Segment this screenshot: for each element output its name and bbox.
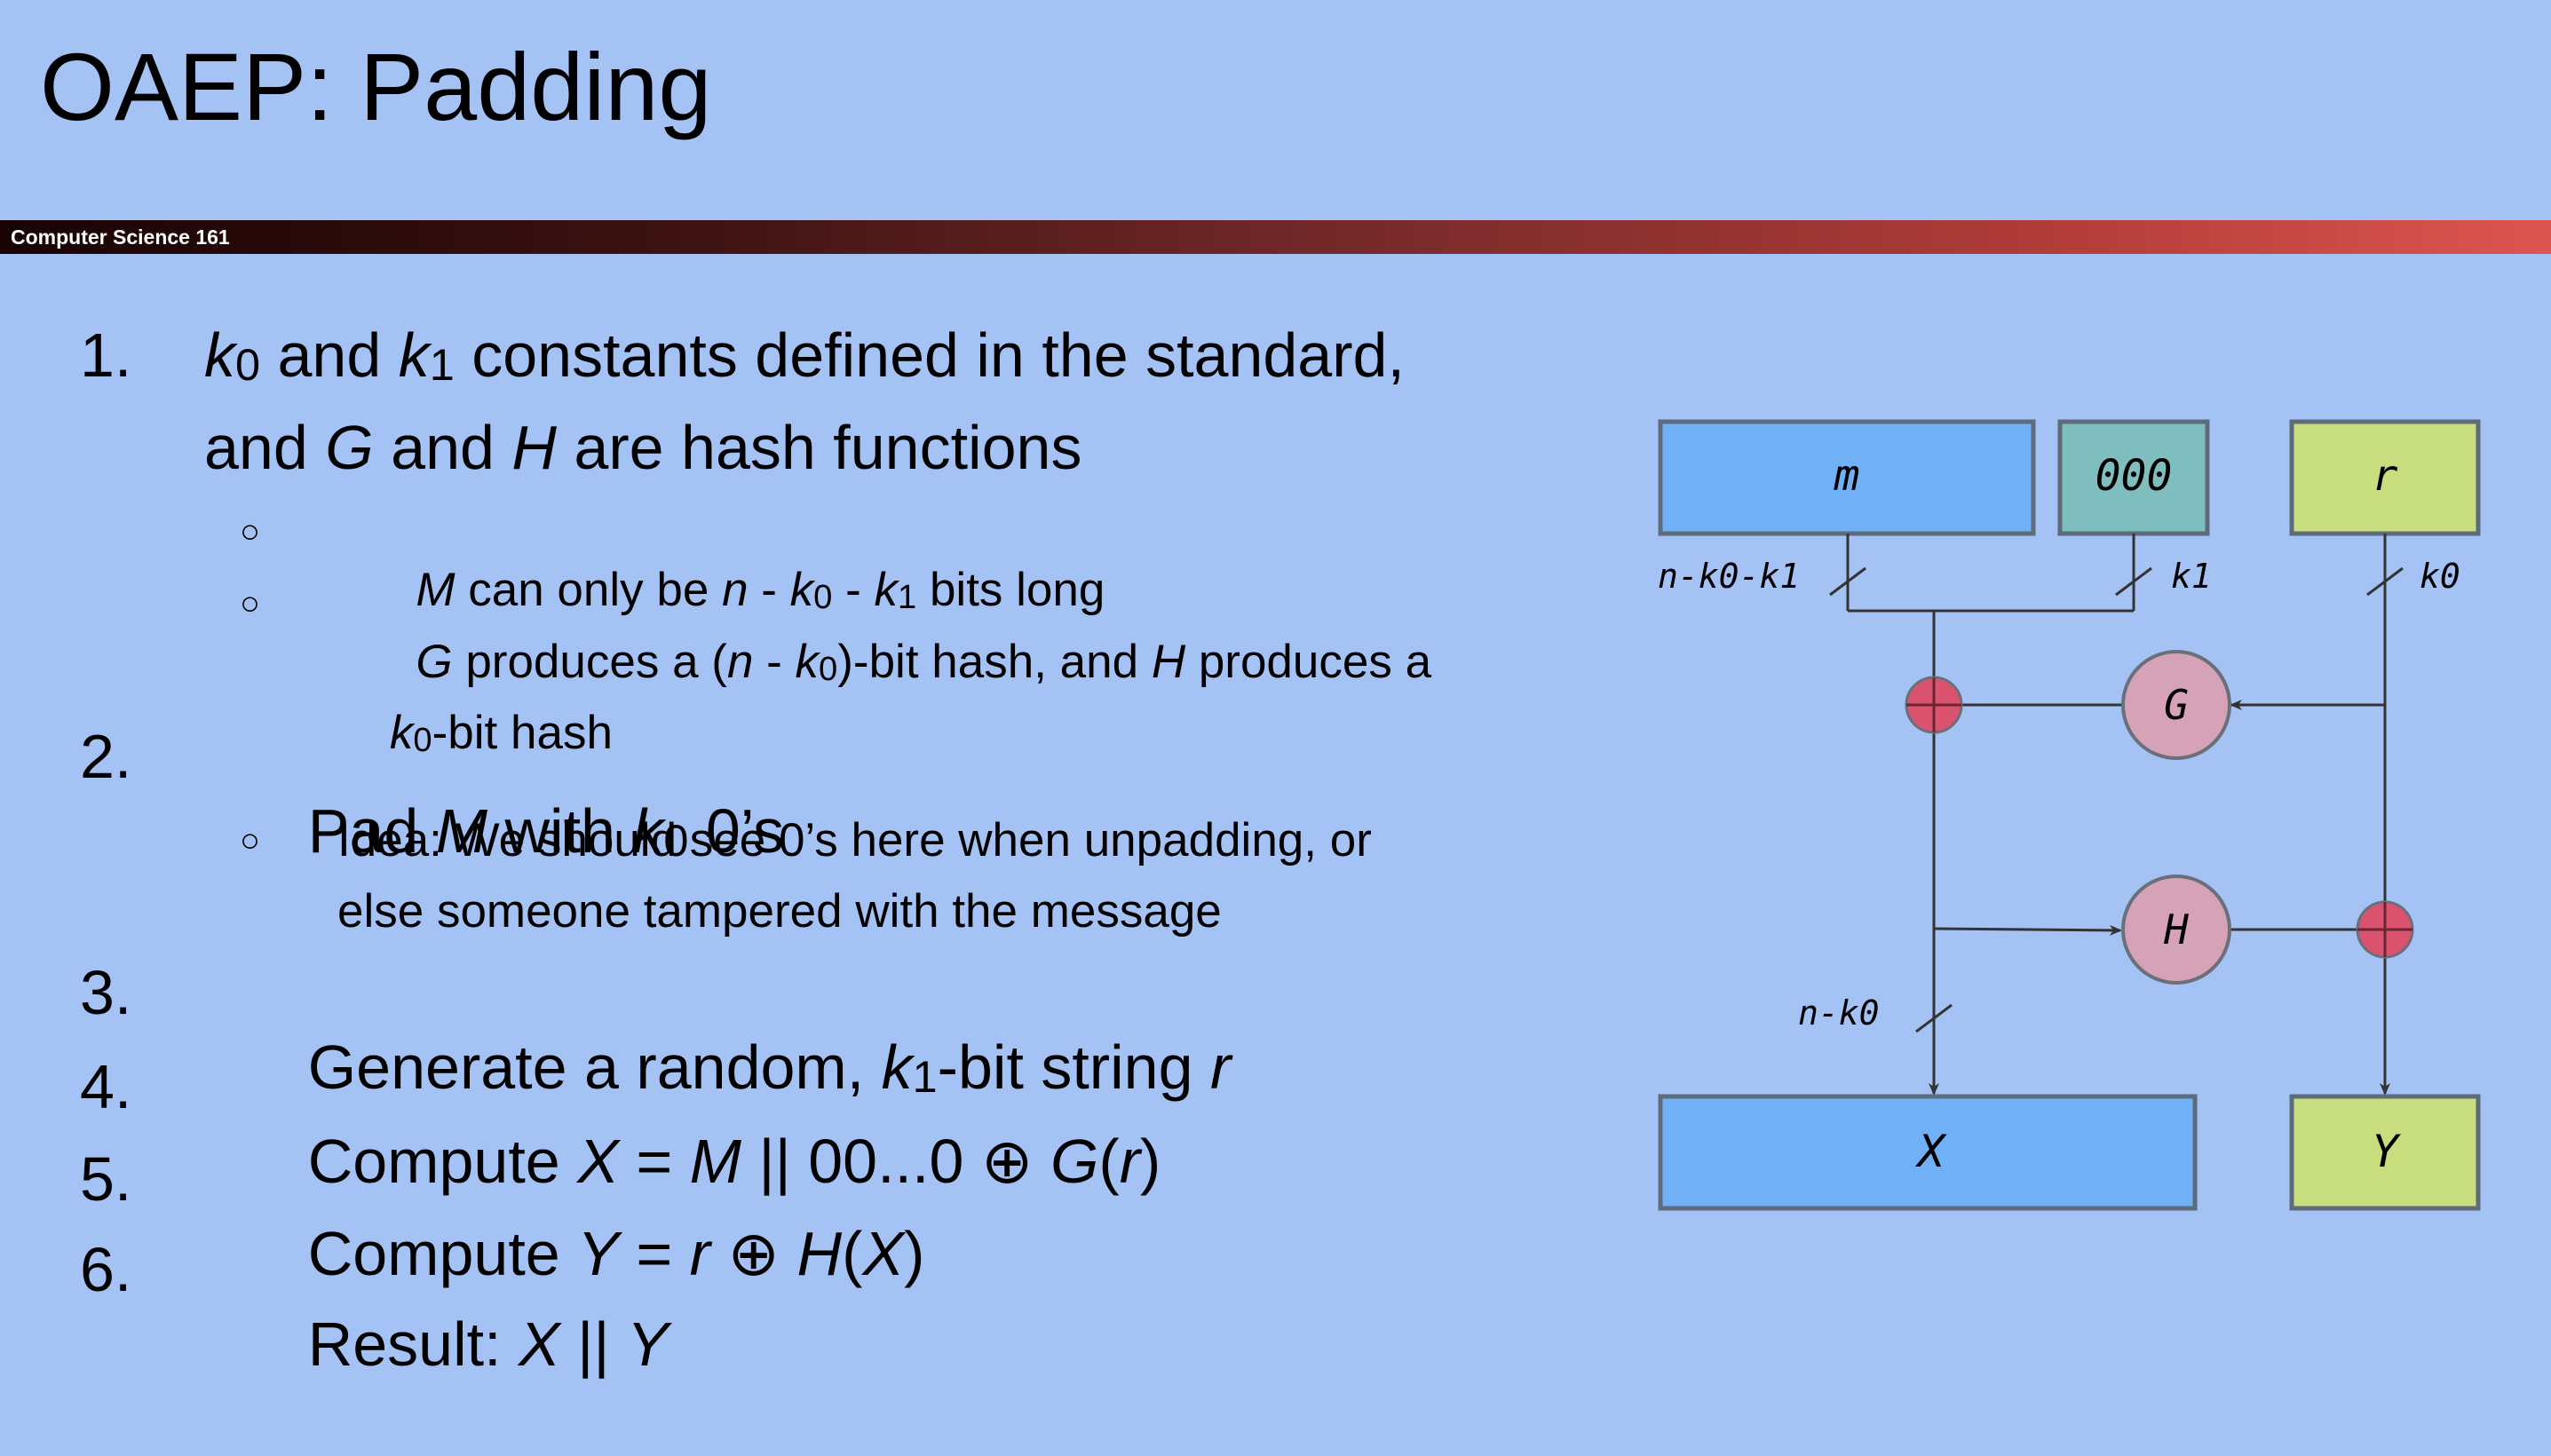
xor-icon <box>1905 676 1963 734</box>
x-box: X <box>1658 1094 2198 1211</box>
bullet-icon: ○ <box>240 513 260 550</box>
xor-icon <box>2356 900 2414 959</box>
oaep-diagram: m 000 r G H n-k0-k1 k1 k0 n-k0 X Y <box>1658 419 2481 1211</box>
r-label: r <box>2373 451 2398 501</box>
g-hash-function: G <box>2121 650 2231 760</box>
y-box: Y <box>2289 1094 2481 1211</box>
sub-item-c-line-2: else someone tampered with the message <box>337 885 1222 938</box>
bullet-icon: ○ <box>240 585 260 622</box>
r-box: r <box>2289 419 2481 536</box>
label-n-k0-k1: n-k0-k1 <box>1658 557 1800 596</box>
label-k1: k1 <box>2171 557 2212 596</box>
y-label: Y <box>2372 1126 2401 1177</box>
list-number: 6. <box>80 1235 132 1304</box>
list-number: 5. <box>80 1144 132 1214</box>
list-item-1-line-2: and G and H are hash functions <box>204 413 1082 482</box>
zeros-box: 000 <box>2057 419 2210 536</box>
input-connectors <box>1829 534 2404 1094</box>
g-label: G <box>2164 681 2189 729</box>
x-label: X <box>1914 1126 1947 1177</box>
label-n-k0: n-k0 <box>1798 993 1880 1033</box>
list-number: 2. <box>80 722 132 791</box>
m-box: m <box>1658 419 2036 536</box>
label-k0: k0 <box>2420 557 2460 596</box>
zeros-label: 000 <box>2095 451 2173 501</box>
bullet-icon: ○ <box>240 822 260 859</box>
h-hash-function: H <box>2121 874 2231 985</box>
list-number: 3. <box>80 958 132 1027</box>
m-label: m <box>1834 451 1860 501</box>
step-list: 1. k0 and k1 constants defined in the st… <box>0 0 1598 1379</box>
x-to-h-arrow <box>1933 924 2122 936</box>
list-number: 1. <box>80 320 132 390</box>
h-label: H <box>2163 906 2189 954</box>
list-number: 4. <box>80 1052 132 1121</box>
